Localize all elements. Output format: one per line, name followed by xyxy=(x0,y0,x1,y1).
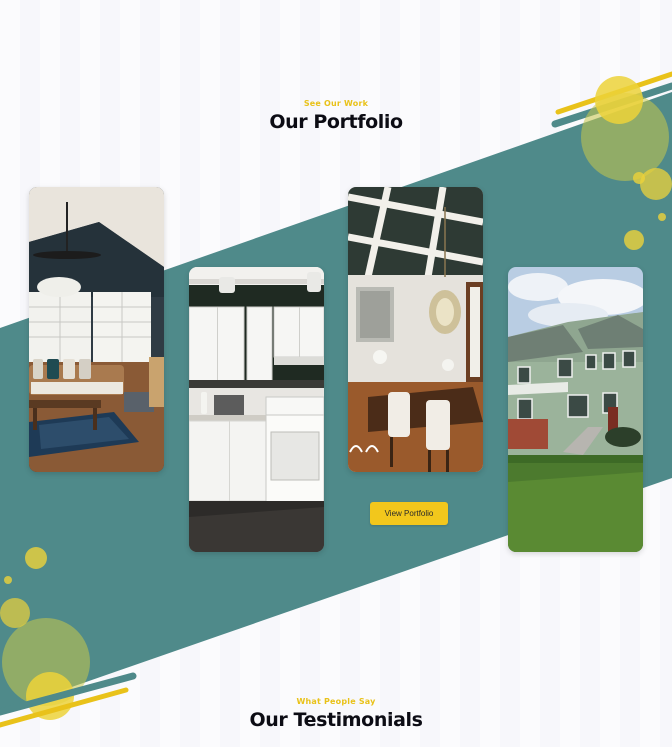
dining-room-photo xyxy=(348,187,483,472)
view-portfolio-button[interactable]: View Portfolio xyxy=(370,502,448,525)
house-exterior-photo xyxy=(508,267,643,552)
testimonials-eyebrow: What People Say xyxy=(296,697,376,706)
portfolio-image-dining-room[interactable] xyxy=(348,187,483,472)
portfolio-image-house-exterior[interactable] xyxy=(508,267,643,552)
living-room-photo xyxy=(29,187,164,472)
portfolio-eyebrow: See Our Work xyxy=(303,99,369,108)
portfolio-image-living-room[interactable] xyxy=(29,187,164,472)
testimonials-header: What People Say Our Testimonials xyxy=(0,697,672,731)
portfolio-image-kitchen[interactable] xyxy=(189,267,324,552)
testimonials-title: Our Testimonials xyxy=(249,709,423,731)
portfolio-title: Our Portfolio xyxy=(269,111,403,133)
kitchen-photo xyxy=(189,267,324,552)
portfolio-header: See Our Work Our Portfolio xyxy=(0,99,672,133)
